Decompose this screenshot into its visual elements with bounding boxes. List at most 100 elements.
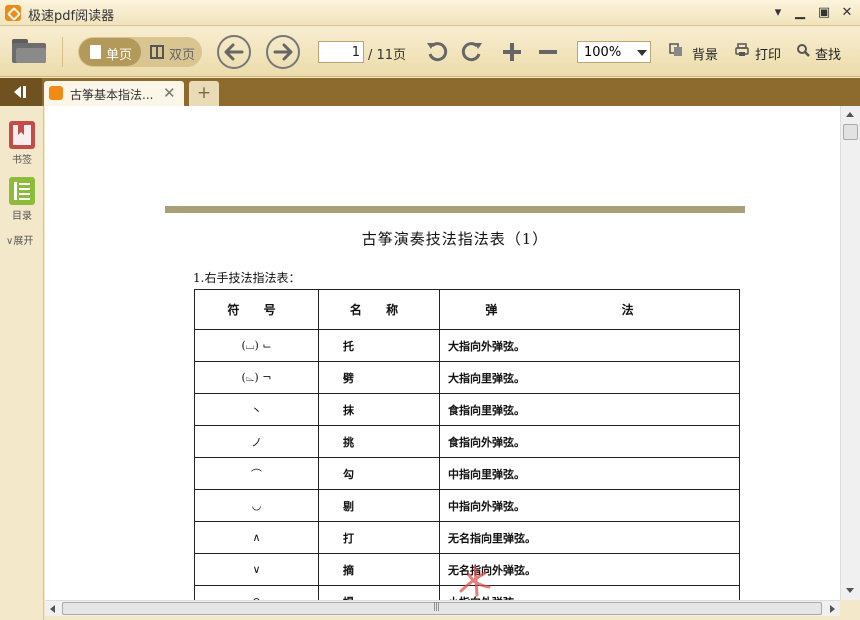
name-cell: 摘	[318, 553, 440, 586]
print-button[interactable]: 打印	[755, 44, 781, 63]
name-cell: 剔	[318, 489, 440, 522]
sidebar-item-bookmarks[interactable]: 书签	[0, 121, 44, 166]
column-header: 弹 法	[439, 289, 740, 330]
name-cell: 挑	[318, 425, 440, 458]
symbol-cell: ノ	[194, 425, 319, 458]
table-row: ◡ 剔 中指向外弹弦。	[194, 489, 740, 522]
method-cell: 无名指向里弹弦。	[439, 521, 740, 554]
scroll-left-icon[interactable]	[46, 602, 60, 616]
search-icon	[797, 44, 810, 57]
column-header: 符 号	[194, 289, 319, 330]
symbol-cell: ◡	[194, 489, 319, 522]
symbol-cell: ∨	[194, 553, 319, 586]
sidebar-expand-label: 展开	[13, 236, 34, 247]
symbol-cell: ∧	[194, 521, 319, 554]
app-logo-icon	[49, 86, 63, 100]
sidebar-item-toc[interactable]: 目录	[0, 177, 44, 222]
page-total: / 11页	[368, 48, 407, 63]
symbol-cell: ⌒	[194, 457, 319, 490]
name-cell: 提	[318, 585, 440, 600]
zoom-value: 100%	[584, 45, 622, 60]
page-header-rule	[165, 206, 745, 213]
table-of-contents-icon	[9, 177, 35, 205]
vertical-scroll-thumb[interactable]	[843, 124, 858, 140]
close-button[interactable]: ✕	[836, 3, 858, 23]
symbol-cell: (⌳) ¬	[194, 361, 319, 394]
name-cell: 打	[318, 521, 440, 554]
minimize-button[interactable]: ▁	[789, 3, 811, 23]
table-header-row: 符 号 名 称 弹 法	[194, 289, 740, 330]
table-row: ノ 挑 食指向外弹弦。	[194, 425, 740, 458]
method-cell: 中指向外弹弦。	[439, 489, 740, 522]
toolbar-divider	[62, 37, 63, 67]
name-cell: 劈	[318, 361, 440, 394]
new-tab-button[interactable]: +	[189, 81, 219, 106]
double-page-button[interactable]: 双页	[141, 38, 201, 66]
double-page-icon	[150, 45, 164, 59]
table-row: (⌴) ⌙ 托 大指向外弹弦。	[194, 329, 740, 362]
table-row: 丶 抹 食指向里弹弦。	[194, 393, 740, 426]
page-number-input[interactable]: 1	[318, 41, 364, 63]
title-bar: 极速pdf阅读器 ▾ ▁ ▣ ✕	[0, 0, 860, 26]
chevron-down-icon[interactable]	[632, 42, 650, 62]
horizontal-scrollbar[interactable]	[45, 600, 840, 616]
collapse-sidebar-icon	[14, 86, 26, 98]
red-stamp-mark	[459, 565, 491, 597]
symbol-cell: (⌴) ⌙	[194, 329, 319, 362]
background-icon	[669, 43, 682, 56]
document-viewport[interactable]: 古筝演奏技法指法表（1） 1.右手技法指法表： 符 号 名 称 弹 法 (⌴) …	[45, 106, 840, 600]
method-cell: 中指向里弹弦。	[439, 457, 740, 490]
single-page-button[interactable]: 单页	[79, 38, 141, 66]
sidebar-item-label: 目录	[12, 211, 32, 222]
method-cell: 大指向外弹弦。	[439, 329, 740, 362]
scroll-down-icon[interactable]	[843, 583, 858, 598]
bottom-border	[45, 616, 840, 620]
vertical-scrollbar[interactable]	[840, 106, 860, 600]
zoom-out-icon[interactable]	[536, 40, 560, 64]
left-sidebar: 书签 目录 ∨展开	[0, 106, 44, 620]
previous-page-button[interactable]	[217, 35, 251, 69]
method-cell: 大指向里弹弦。	[439, 361, 740, 394]
method-cell: 食指向外弹弦。	[439, 425, 740, 458]
document-subtitle: 1.右手技法指法表：	[193, 271, 301, 285]
method-cell: 食指向里弹弦。	[439, 393, 740, 426]
scroll-right-icon[interactable]	[825, 602, 839, 616]
horizontal-scroll-thumb[interactable]	[62, 602, 822, 615]
maximize-button[interactable]: ▣	[813, 3, 835, 23]
close-tab-icon[interactable]: ✕	[163, 84, 176, 102]
background-button[interactable]: 背景	[692, 44, 718, 63]
next-page-button[interactable]	[266, 35, 300, 69]
name-cell: 抹	[318, 393, 440, 426]
column-header: 名 称	[318, 289, 440, 330]
fingering-table: 符 号 名 称 弹 法 (⌴) ⌙ 托 大指向外弹弦。 (⌳) ¬ 劈 大指向里…	[194, 289, 740, 600]
printer-icon	[735, 43, 749, 56]
zoom-in-icon[interactable]	[500, 40, 524, 64]
double-page-label: 双页	[169, 48, 196, 63]
scroll-up-icon[interactable]	[843, 108, 858, 123]
bookmark-icon	[9, 121, 35, 149]
sidebar-expand-button[interactable]: ∨展开	[0, 232, 44, 247]
name-cell: 勾	[318, 457, 440, 490]
single-page-label: 单页	[106, 48, 133, 63]
collapse-sidebar-button[interactable]	[0, 78, 42, 106]
tab-bar: 古筝基本指法... ✕ +	[0, 78, 860, 106]
scrollbar-corner	[840, 600, 860, 620]
zoom-select[interactable]: 100%	[577, 41, 651, 63]
app-logo-icon	[5, 5, 21, 21]
tab-document-label: 古筝基本指法...	[70, 88, 154, 102]
single-page-icon	[90, 45, 101, 59]
symbol-cell: ∩	[194, 585, 319, 600]
table-row: ∧ 打 无名指向里弹弦。	[194, 521, 740, 554]
document-title: 古筝演奏技法指法表（1）	[361, 230, 549, 248]
find-button[interactable]: 查找	[815, 44, 841, 63]
toolbar: 单页 双页 1 / 11页 100% 背景 打印 查找	[0, 27, 860, 77]
open-folder-icon[interactable]	[12, 37, 46, 63]
window-title: 极速pdf阅读器	[28, 9, 115, 24]
view-mode-toggle: 单页 双页	[78, 37, 202, 67]
tab-document[interactable]: 古筝基本指法... ✕	[44, 81, 184, 106]
rotate-right-icon[interactable]	[460, 40, 484, 64]
rotate-left-icon[interactable]	[425, 40, 449, 64]
arrow-right-icon	[273, 43, 293, 61]
sidebar-item-label: 书签	[12, 155, 32, 166]
menu-dropdown-icon[interactable]: ▾	[767, 3, 789, 23]
